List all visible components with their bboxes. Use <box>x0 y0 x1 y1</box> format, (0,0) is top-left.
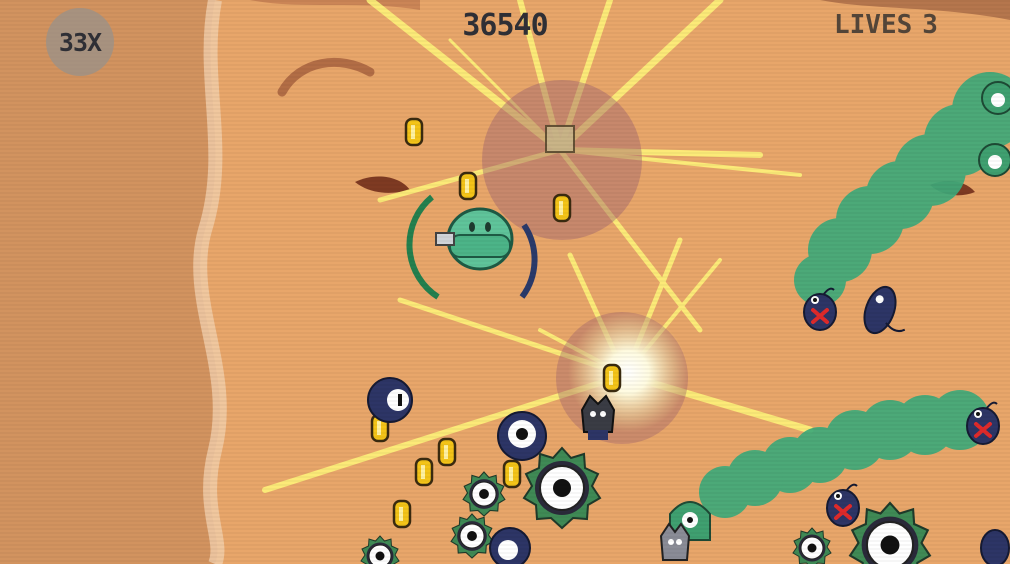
score-multiplier-badge: 33X <box>46 8 114 76</box>
coin-icon <box>404 117 424 147</box>
coin-icon <box>602 363 622 393</box>
coin-icon <box>502 459 522 489</box>
score-counter: 36540 <box>462 8 548 43</box>
coin-icon <box>392 499 412 529</box>
coin-icon <box>458 171 478 201</box>
crate-icon <box>545 125 575 153</box>
green-cyclops-enemy-icon <box>981 81 1010 115</box>
coin-icon <box>552 193 572 223</box>
game-scene <box>0 0 1010 564</box>
eyeball-enemy-icon <box>489 527 531 564</box>
eyeball-enemy-icon <box>497 411 547 461</box>
cliff-plateau <box>0 0 220 564</box>
green-cyclops-enemy-icon <box>978 143 1010 177</box>
coin-icon <box>437 437 457 467</box>
lives-counter: LIVES 3 <box>834 10 948 40</box>
multiplier-value: 33X <box>58 27 102 57</box>
bug-enemy-icon <box>980 529 1010 564</box>
coin-icon <box>414 457 434 487</box>
eyeball-enemy-icon <box>367 377 413 423</box>
lives-value: 3 <box>922 10 938 40</box>
lives-label: LIVES <box>834 10 913 40</box>
game-viewport[interactable]: 33X 36540 LIVES 3 <box>0 0 1010 564</box>
